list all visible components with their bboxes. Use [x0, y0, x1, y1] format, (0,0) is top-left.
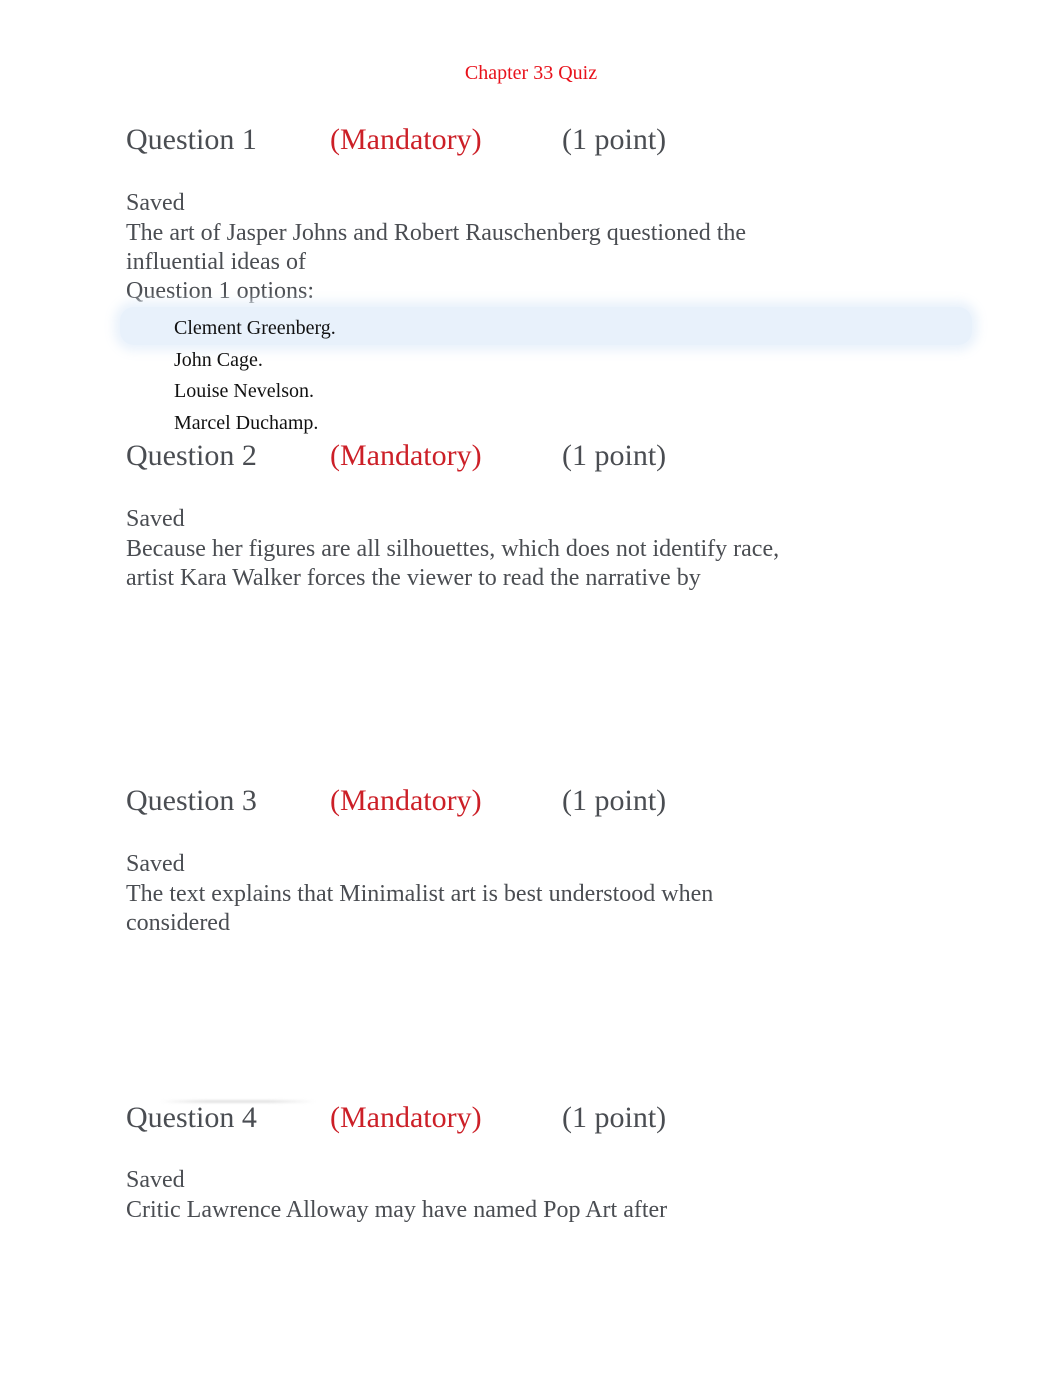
question-number: Question 3 [126, 784, 257, 817]
question-stem: Critic Lawrence Alloway may have named P… [126, 1197, 668, 1223]
question-1-options: Clement Greenberg. John Cage. Louise Nev… [174, 313, 336, 439]
option-john-cage[interactable]: John Cage. [174, 345, 336, 377]
question-number: Question 2 [126, 439, 257, 472]
question-1-body: Saved The art of Jasper Johns and Robert… [126, 189, 786, 306]
question-stem: The art of Jasper Johns and Robert Rausc… [126, 220, 747, 275]
points-label: (1 point) [562, 123, 667, 156]
question-stem: Because her figures are all silhouettes,… [126, 536, 780, 591]
mandatory-label: (Mandatory) [330, 784, 482, 817]
points-label: (1 point) [562, 439, 667, 472]
question-stem: The text explains that Minimalist art is… [126, 881, 714, 936]
question-4-header: Question 4 (Mandatory) (1 point) [126, 1100, 826, 1140]
option-clement-greenberg[interactable]: Clement Greenberg. [174, 313, 336, 345]
question-3-body: Saved The text explains that Minimalist … [126, 850, 786, 938]
question-1-header: Question 1 (Mandatory) (1 point) [126, 122, 826, 162]
question-2-header: Question 2 (Mandatory) (1 point) [126, 438, 826, 478]
mandatory-label: (Mandatory) [330, 439, 482, 472]
saved-status: Saved [126, 190, 185, 216]
option-louise-nevelson[interactable]: Louise Nevelson. [174, 376, 336, 408]
saved-status: Saved [126, 506, 185, 532]
quiz-page: Chapter 33 Quiz Question 1 (Mandatory) (… [0, 0, 1062, 1377]
saved-status: Saved [126, 1167, 185, 1193]
quiz-title: Chapter 33 Quiz [464, 62, 598, 84]
question-3-header: Question 3 (Mandatory) (1 point) [126, 783, 826, 823]
question-number: Question 4 [126, 1101, 257, 1134]
points-label: (1 point) [562, 784, 667, 817]
question-4-body: Saved Critic Lawrence Alloway may have n… [126, 1166, 786, 1225]
points-label: (1 point) [562, 1101, 667, 1134]
mandatory-label: (Mandatory) [330, 123, 482, 156]
question-number: Question 1 [126, 123, 257, 156]
option-marcel-duchamp[interactable]: Marcel Duchamp. [174, 408, 336, 440]
options-label: Question 1 options: [126, 278, 315, 304]
mandatory-label: (Mandatory) [330, 1101, 482, 1134]
question-2-body: Saved Because her figures are all silhou… [126, 505, 786, 593]
saved-status: Saved [126, 851, 185, 877]
